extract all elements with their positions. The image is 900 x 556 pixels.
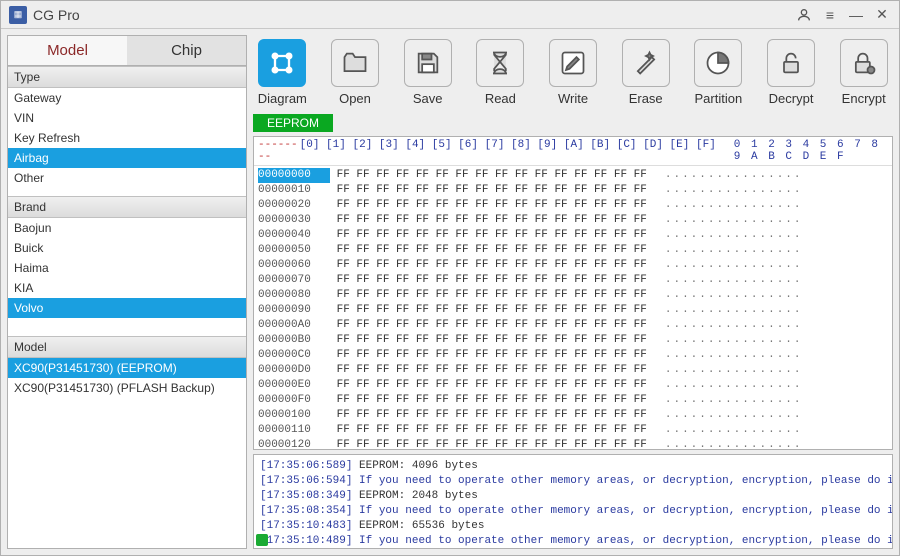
minimize-icon[interactable]: — — [847, 6, 865, 24]
toolbar-label: Read — [473, 91, 528, 106]
diagram-icon — [258, 39, 306, 87]
hex-row[interactable]: 000000A0 FF FF FF FF FF FF FF FF FF FF F… — [258, 318, 888, 333]
log-line: [17:35:08:354] If you need to operate ot… — [260, 504, 886, 519]
list-model[interactable]: XC90(P31451730) (EEPROM) XC90(P31451730)… — [8, 358, 246, 548]
hex-row[interactable]: 00000000 FF FF FF FF FF FF FF FF FF FF F… — [258, 168, 888, 183]
hex-row[interactable]: 000000D0 FF FF FF FF FF FF FF FF FF FF F… — [258, 363, 888, 378]
list-item[interactable]: Airbag — [8, 148, 246, 168]
section-header-type: Type — [8, 66, 246, 88]
section-header-brand: Brand — [8, 196, 246, 218]
memory-tab: EEPROM — [253, 114, 893, 132]
titlebar: ▦ CG Pro ≡ — ✕ — [1, 1, 899, 29]
toolbar-label: Save — [400, 91, 455, 106]
log-line: [17:35:06:589] EEPROM: 4096 bytes — [260, 459, 886, 474]
list-item[interactable]: VIN — [8, 108, 246, 128]
list-item[interactable]: Haima — [8, 258, 246, 278]
lock-gear-icon — [840, 39, 888, 87]
right-panel: Diagram Open Save Read Write Erase Partition De… — [253, 35, 893, 549]
toolbar: Diagram Open Save Read Write Erase Partition De… — [253, 35, 893, 110]
app-window: ▦ CG Pro ≡ — ✕ Model Chip Type Gateway V… — [0, 0, 900, 556]
menu-icon[interactable]: ≡ — [821, 6, 839, 24]
tab-model[interactable]: Model — [8, 36, 127, 65]
list-item[interactable]: Volvo — [8, 298, 246, 318]
log-line: [17:35:10:483] EEPROM: 65536 bytes — [260, 519, 886, 534]
hex-header-columns: [0] [1] [2] [3] [4] [5] [6] [7] [8] [9] … — [300, 139, 716, 163]
close-icon[interactable]: ✕ — [873, 6, 891, 24]
list-item[interactable]: XC90(P31451730) (PFLASH Backup) — [8, 378, 246, 398]
list-item[interactable]: Buick — [8, 238, 246, 258]
hex-row[interactable]: 000000B0 FF FF FF FF FF FF FF FF FF FF F… — [258, 333, 888, 348]
hex-row[interactable]: 000000F0 FF FF FF FF FF FF FF FF FF FF F… — [258, 393, 888, 408]
app-logo: ▦ — [9, 6, 27, 24]
hex-row[interactable]: 00000100 FF FF FF FF FF FF FF FF FF FF F… — [258, 408, 888, 423]
list-item[interactable]: Other — [8, 168, 246, 188]
list-item[interactable]: Key Refresh — [8, 128, 246, 148]
toolbar-label: Write — [546, 91, 601, 106]
hex-body[interactable]: 00000000 FF FF FF FF FF FF FF FF FF FF F… — [254, 166, 892, 449]
section-header-model: Model — [8, 336, 246, 358]
lock-open-icon — [767, 39, 815, 87]
memory-tab-label[interactable]: EEPROM — [253, 114, 333, 132]
diagram-button[interactable]: Diagram — [255, 39, 310, 106]
pencil-icon — [549, 39, 597, 87]
hex-row[interactable]: 00000060 FF FF FF FF FF FF FF FF FF FF F… — [258, 258, 888, 273]
log-line: [17:35:10:489] If you need to operate ot… — [260, 534, 886, 549]
window-title: CG Pro — [33, 7, 80, 23]
hex-row[interactable]: 000000C0 FF FF FF FF FF FF FF FF FF FF F… — [258, 348, 888, 363]
status-indicator — [256, 534, 268, 546]
left-panel: Model Chip Type Gateway VIN Key Refresh … — [7, 35, 247, 549]
toolbar-label: Open — [328, 91, 383, 106]
user-icon[interactable] — [795, 6, 813, 24]
hex-viewer: -------- [0] [1] [2] [3] [4] [5] [6] [7]… — [253, 136, 893, 450]
write-button[interactable]: Write — [546, 39, 601, 106]
list-item[interactable]: XC90(P31451730) (EEPROM) — [8, 358, 246, 378]
hex-header: -------- [0] [1] [2] [3] [4] [5] [6] [7]… — [254, 137, 892, 166]
list-item[interactable]: Gateway — [8, 88, 246, 108]
hex-row[interactable]: 00000120 FF FF FF FF FF FF FF FF FF FF F… — [258, 438, 888, 449]
hex-row[interactable]: 00000030 FF FF FF FF FF FF FF FF FF FF F… — [258, 213, 888, 228]
tab-chip[interactable]: Chip — [127, 36, 246, 65]
hex-row[interactable]: 00000020 FF FF FF FF FF FF FF FF FF FF F… — [258, 198, 888, 213]
list-item[interactable]: KIA — [8, 278, 246, 298]
folder-open-icon — [331, 39, 379, 87]
hex-row[interactable]: 000000E0 FF FF FF FF FF FF FF FF FF FF F… — [258, 378, 888, 393]
hex-row[interactable]: 00000090 FF FF FF FF FF FF FF FF FF FF F… — [258, 303, 888, 318]
log-line: [17:35:06:594] If you need to operate ot… — [260, 474, 886, 489]
open-button[interactable]: Open — [328, 39, 383, 106]
hex-row[interactable]: 00000050 FF FF FF FF FF FF FF FF FF FF F… — [258, 243, 888, 258]
toolbar-label: Decrypt — [764, 91, 819, 106]
list-brand[interactable]: Baojun Buick Haima KIA Volvo — [8, 218, 246, 336]
log-line: [17:35:08:349] EEPROM: 2048 bytes — [260, 489, 886, 504]
hex-row[interactable]: 00000080 FF FF FF FF FF FF FF FF FF FF F… — [258, 288, 888, 303]
read-button[interactable]: Read — [473, 39, 528, 106]
hex-row[interactable]: 00000040 FF FF FF FF FF FF FF FF FF FF F… — [258, 228, 888, 243]
save-icon — [404, 39, 452, 87]
list-type[interactable]: Gateway VIN Key Refresh Airbag Other — [8, 88, 246, 196]
partition-button[interactable]: Partition — [691, 39, 746, 106]
toolbar-label: Erase — [618, 91, 673, 106]
hex-row[interactable]: 00000070 FF FF FF FF FF FF FF FF FF FF F… — [258, 273, 888, 288]
hex-header-addr: -------- — [258, 139, 300, 163]
hex-header-ascii: 0 1 2 3 4 5 6 7 8 9 A B C D E F — [734, 139, 888, 163]
pie-icon — [694, 39, 742, 87]
hex-row[interactable]: 00000110 FF FF FF FF FF FF FF FF FF FF F… — [258, 423, 888, 438]
list-item[interactable]: Baojun — [8, 218, 246, 238]
erase-button[interactable]: Erase — [618, 39, 673, 106]
toolbar-label: Partition — [691, 91, 746, 106]
toolbar-label: Diagram — [255, 91, 310, 106]
hourglass-icon — [476, 39, 524, 87]
toolbar-label: Encrypt — [836, 91, 891, 106]
encrypt-button[interactable]: Encrypt — [836, 39, 891, 106]
log-panel[interactable]: [17:35:06:589] EEPROM: 4096 bytes[17:35:… — [253, 454, 893, 549]
decrypt-button[interactable]: Decrypt — [764, 39, 819, 106]
wand-icon — [622, 39, 670, 87]
sidebar-tabs: Model Chip — [8, 36, 246, 66]
hex-row[interactable]: 00000010 FF FF FF FF FF FF FF FF FF FF F… — [258, 183, 888, 198]
save-button[interactable]: Save — [400, 39, 455, 106]
